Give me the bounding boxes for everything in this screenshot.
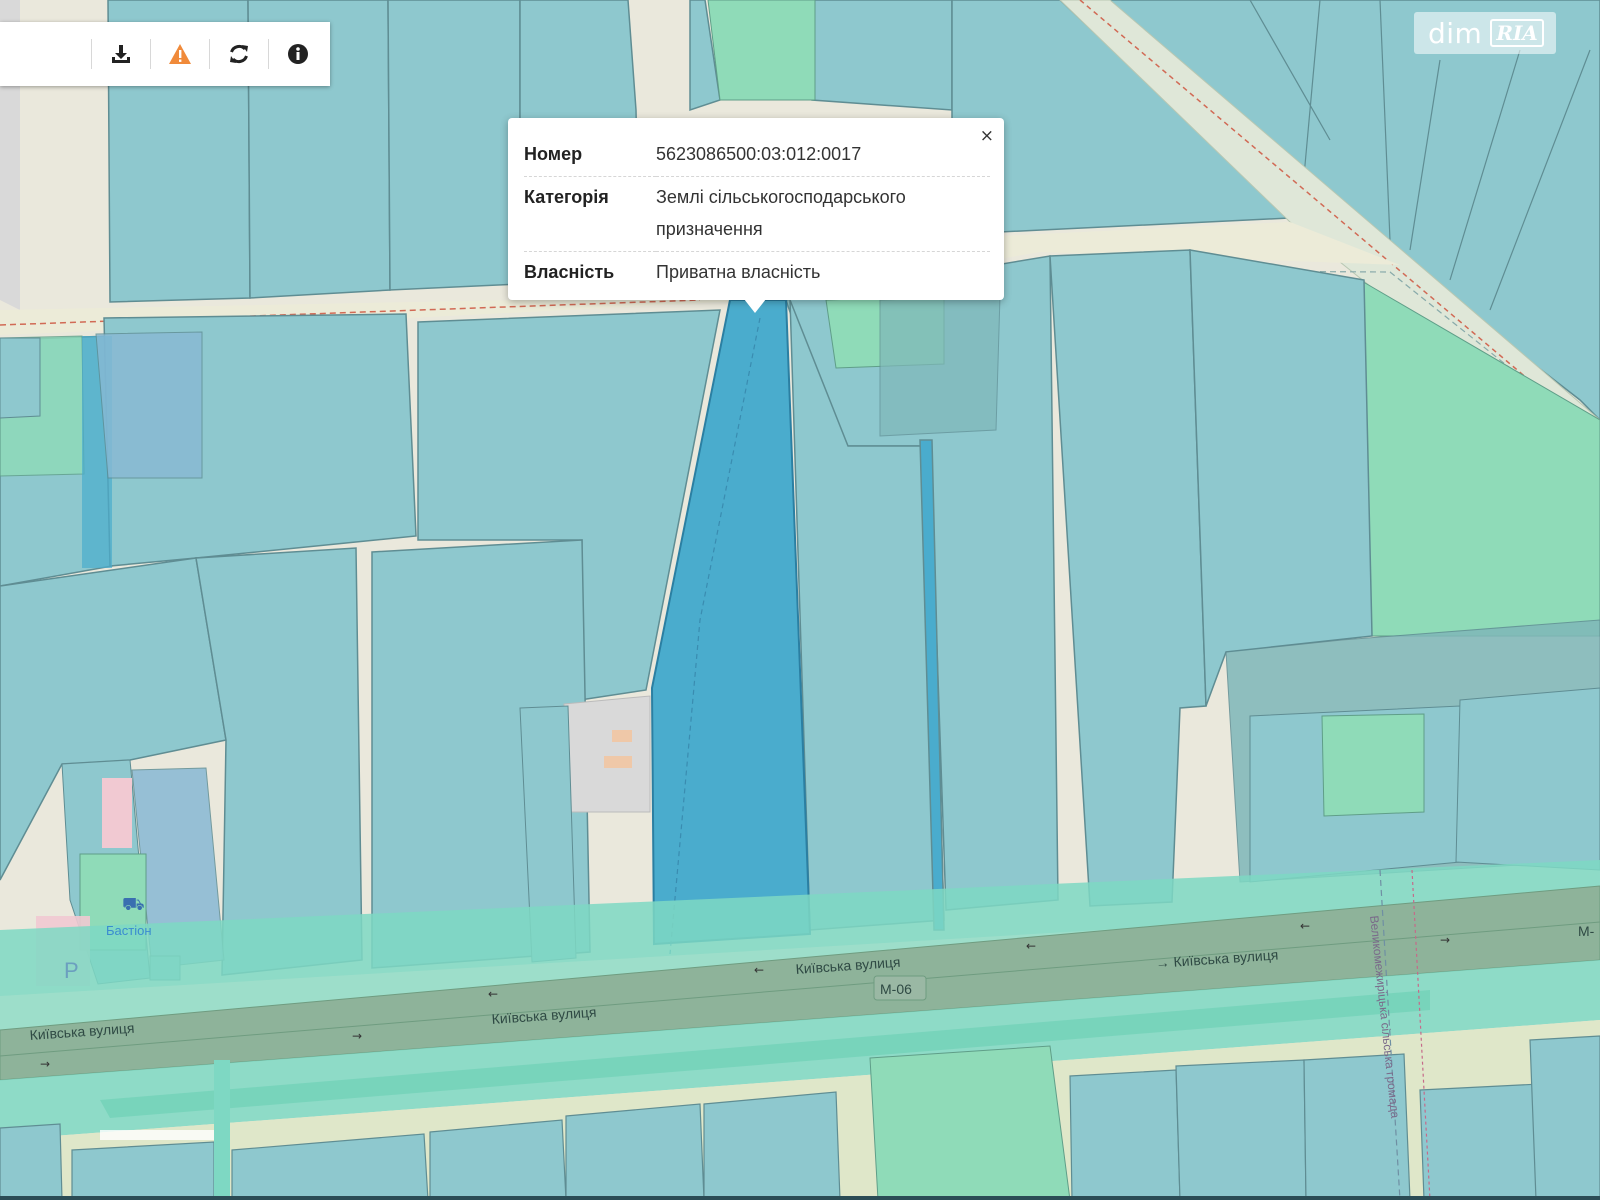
row-key-ownership: Власність <box>524 262 615 282</box>
table-row: Власність Приватна власність <box>524 252 990 295</box>
parcel <box>0 1123 63 1200</box>
row-value-category: Землі сільськогосподарського призначення <box>656 176 990 252</box>
road-shield-edge: M- <box>1578 923 1595 939</box>
toolbar-separator <box>91 39 92 69</box>
building <box>604 756 632 768</box>
road-arrow: → <box>352 1029 362 1043</box>
road-arrow: → <box>1440 933 1450 947</box>
row-key-number: Номер <box>524 134 656 177</box>
road-arrow: → <box>40 1057 50 1071</box>
road-shield-label: M-06 <box>880 981 912 997</box>
parking-label: P <box>64 958 79 983</box>
parcel <box>1529 1035 1600 1200</box>
parcel <box>95 331 203 479</box>
road-arrow: ← <box>754 963 764 977</box>
road-arrow: ← <box>1026 939 1036 953</box>
map-toolbar <box>0 21 330 87</box>
download-icon <box>112 45 130 63</box>
parcel <box>387 0 521 291</box>
parcel <box>0 337 41 419</box>
toolbar-search-input[interactable] <box>0 21 90 87</box>
warning-icon <box>169 44 191 64</box>
green-block <box>707 0 816 101</box>
refresh-icon <box>230 44 248 64</box>
row-value-number: 5623086500:03:012:0017 <box>656 134 990 177</box>
parcel <box>879 295 1001 437</box>
parcel <box>1419 1083 1541 1200</box>
road-arrow: ← <box>1300 919 1310 933</box>
parcel <box>1189 249 1373 707</box>
toolbar-separator <box>209 39 210 69</box>
row-value-ownership: Приватна власність <box>656 262 821 282</box>
parcel <box>565 1103 705 1200</box>
logo-dim-text: dim <box>1428 16 1483 50</box>
green-block <box>869 1045 1071 1200</box>
building <box>102 778 132 848</box>
road-arrow: ← <box>488 987 498 1001</box>
download-button[interactable] <box>93 22 149 86</box>
table-row: Номер 5623086500:03:012:0017 <box>524 134 990 177</box>
parcel <box>1175 1059 1307 1200</box>
poi-icon: ⛟ <box>122 894 145 915</box>
parcel-info-table: Номер 5623086500:03:012:0017 Категорія З… <box>524 134 990 294</box>
building <box>612 730 632 742</box>
grey-zone <box>563 695 651 813</box>
table-row: Категорія Землі сільськогосподарського п… <box>524 176 990 252</box>
dim-ria-logo: dim RIA <box>1414 12 1556 54</box>
green-block <box>1321 713 1425 817</box>
row-key-category: Категорія <box>524 176 656 252</box>
toolbar-separator <box>268 39 269 69</box>
bottom-strip <box>0 1196 1600 1200</box>
parcel <box>1069 1069 1181 1200</box>
warning-button[interactable] <box>152 22 208 86</box>
popup-pointer <box>744 299 766 313</box>
path <box>100 1130 224 1140</box>
parcel <box>811 0 953 111</box>
parcel-info-popup: × Номер 5623086500:03:012:0017 Категорія… <box>508 118 1004 300</box>
parcel <box>1455 687 1600 871</box>
info-icon <box>288 44 308 64</box>
info-button[interactable] <box>270 22 326 86</box>
logo-ria-text: RIA <box>1490 19 1544 47</box>
toolbar-separator <box>150 39 151 69</box>
parcel <box>429 1119 567 1200</box>
refresh-button[interactable] <box>211 22 267 86</box>
parcel <box>703 1091 841 1200</box>
road-band <box>214 1060 230 1200</box>
parcel <box>71 1141 215 1200</box>
poi-label: Бастіон <box>106 923 152 938</box>
